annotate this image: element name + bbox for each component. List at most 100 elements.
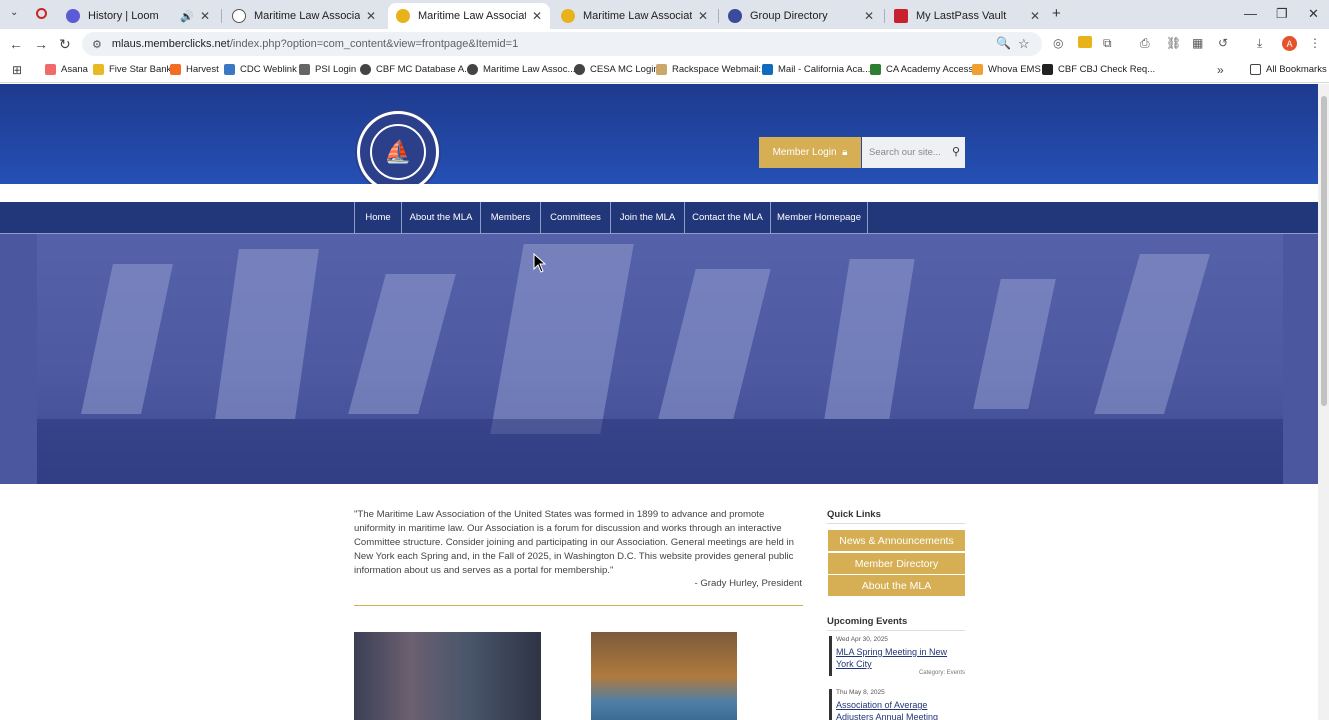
tab-loom[interactable]: History | Loom 🔊 ✕ bbox=[58, 3, 218, 29]
close-tab-icon[interactable]: ✕ bbox=[532, 9, 542, 23]
bookmark-label: CESA MC Login bbox=[590, 64, 659, 75]
offshore-rig-image[interactable] bbox=[591, 632, 737, 720]
bookmark-label: CDC Weblink bbox=[240, 64, 297, 75]
close-tab-icon[interactable]: ✕ bbox=[1030, 9, 1040, 23]
event-date: Wed Apr 30, 2025 bbox=[836, 636, 888, 643]
sail-shape bbox=[348, 274, 456, 414]
member-login-button[interactable]: Member Login 🔒︎ bbox=[759, 137, 861, 168]
bookmark-item[interactable]: CESA MC Login bbox=[574, 64, 659, 75]
event-link[interactable]: Association of Average Adjusters Annual … bbox=[836, 699, 965, 720]
nav-home[interactable]: Home bbox=[354, 202, 402, 233]
bookmark-item[interactable]: Mail - California Aca... bbox=[762, 64, 870, 75]
bookmark-item[interactable]: CBF MC Database A... bbox=[360, 64, 472, 75]
nav-label: Contact the MLA bbox=[692, 212, 763, 223]
search-icon[interactable]: ⚲ bbox=[952, 145, 960, 158]
tab-mla[interactable]: Maritime Law Association ✕ bbox=[553, 3, 716, 29]
record-icon[interactable] bbox=[36, 8, 47, 19]
grid-icon[interactable]: ▦ bbox=[1192, 36, 1203, 50]
event-link[interactable]: MLA Spring Meeting in New York City bbox=[836, 646, 965, 670]
history-icon[interactable]: ↺ bbox=[1218, 36, 1228, 50]
all-bookmarks[interactable]: All Bookmarks bbox=[1250, 64, 1327, 75]
about-mla-button[interactable]: About the MLA bbox=[828, 575, 965, 596]
sail-shape bbox=[658, 269, 771, 419]
bookmarks-bar: ⊞ Asana Five Star Bank Harvest CDC Webli… bbox=[0, 59, 1329, 83]
zoom-icon[interactable]: 🔍 bbox=[996, 36, 1011, 50]
bookmark-item[interactable]: Rackspace Webmail:... bbox=[656, 64, 769, 75]
site-search-input[interactable]: Search our site... ⚲ bbox=[862, 137, 965, 168]
event-date: Thu May 8, 2025 bbox=[836, 689, 885, 696]
close-tab-icon[interactable]: ✕ bbox=[200, 9, 210, 23]
extension-icon[interactable]: ◎ bbox=[1053, 36, 1063, 50]
sail-shape bbox=[1094, 254, 1210, 414]
container-port-image[interactable] bbox=[354, 632, 541, 720]
forward-icon[interactable]: → bbox=[34, 36, 48, 52]
extension-badge-icon[interactable] bbox=[1078, 36, 1092, 48]
apps-grid-icon[interactable]: ⊞ bbox=[12, 63, 22, 77]
cbf-icon bbox=[1042, 64, 1053, 75]
bookmark-item[interactable]: CBF CBJ Check Req... bbox=[1042, 64, 1155, 75]
nav-join[interactable]: Join the MLA bbox=[611, 202, 685, 233]
tab-lastpass[interactable]: My LastPass Vault ✕ bbox=[886, 3, 1048, 29]
close-tab-icon[interactable]: ✕ bbox=[366, 9, 376, 23]
download-icon[interactable]: ⤓ bbox=[1257, 36, 1262, 51]
nav-committees[interactable]: Committees bbox=[541, 202, 611, 233]
mla-favicon-icon bbox=[396, 9, 410, 23]
bookmark-item[interactable]: CA Academy Access bbox=[870, 64, 973, 75]
tab-mla-active[interactable]: Maritime Law Association ✕ bbox=[388, 3, 550, 29]
sail-shape bbox=[215, 249, 319, 419]
link-icon[interactable]: ⛓ bbox=[1166, 36, 1181, 50]
close-window-icon[interactable]: ✕ bbox=[1308, 6, 1319, 22]
minimize-icon[interactable]: — bbox=[1244, 6, 1257, 21]
bookmark-item[interactable]: Harvest bbox=[170, 64, 219, 75]
button-label: News & Announcements bbox=[839, 534, 954, 547]
nav-member-homepage[interactable]: Member Homepage bbox=[771, 202, 868, 233]
tab-title: My LastPass Vault bbox=[916, 10, 1007, 22]
bookmark-label: Asana bbox=[61, 64, 88, 75]
address-bar[interactable]: ⚙ mlaus.memberclicks.net/index.php?optio… bbox=[82, 32, 1042, 56]
sail-shape bbox=[490, 244, 634, 434]
content-area: "The Maritime Law Association of the Uni… bbox=[0, 484, 1318, 720]
bookmark-item[interactable]: PSI Login bbox=[299, 64, 356, 75]
tab-group-directory[interactable]: Group Directory ✕ bbox=[720, 3, 882, 29]
restore-icon[interactable]: ❐ bbox=[1276, 6, 1288, 22]
bookmark-star-icon[interactable]: ☆ bbox=[1018, 36, 1030, 52]
member-directory-button[interactable]: Member Directory bbox=[828, 553, 965, 574]
new-tab-icon[interactable]: + bbox=[1052, 5, 1061, 22]
ship-icon: ⛵ bbox=[370, 124, 426, 180]
tab-title: History | Loom bbox=[88, 10, 159, 22]
bookmark-item[interactable]: CDC Weblink bbox=[224, 64, 297, 75]
nav-members[interactable]: Members bbox=[481, 202, 541, 233]
news-announcements-button[interactable]: News & Announcements bbox=[828, 530, 965, 551]
menu-icon[interactable]: ⋮ bbox=[1309, 36, 1321, 50]
extensions-puzzle-icon[interactable]: ⧉ bbox=[1103, 36, 1112, 51]
bookmark-item[interactable]: Five Star Bank bbox=[93, 64, 171, 75]
sail-shape bbox=[824, 259, 915, 419]
back-icon[interactable]: ← bbox=[9, 36, 23, 52]
close-tab-icon[interactable]: ✕ bbox=[864, 9, 874, 23]
upcoming-events-title: Upcoming Events bbox=[827, 616, 908, 627]
nav-about[interactable]: About the MLA bbox=[402, 202, 481, 233]
tab-separator bbox=[884, 9, 885, 23]
close-tab-icon[interactable]: ✕ bbox=[698, 9, 708, 23]
mla-seal-logo[interactable]: ⛵ bbox=[357, 111, 439, 193]
nav-label: Home bbox=[365, 212, 391, 223]
profile-avatar[interactable]: A bbox=[1282, 36, 1297, 51]
quote-attribution: - Grady Hurley, President bbox=[694, 578, 802, 589]
bookmark-item[interactable]: Maritime Law Assoc... bbox=[467, 64, 575, 75]
cdc-icon bbox=[224, 64, 235, 75]
nav-contact[interactable]: Contact the MLA bbox=[685, 202, 771, 233]
bookmark-item[interactable]: Asana bbox=[45, 64, 88, 75]
print-icon[interactable]: ⎙ bbox=[1140, 36, 1150, 51]
tab-search-icon[interactable]: ⌄ bbox=[10, 7, 18, 18]
scrollbar-thumb[interactable] bbox=[1321, 96, 1327, 406]
lock-icon: 🔒︎ bbox=[842, 147, 848, 158]
url-host: mlaus.memberclicks.net bbox=[111, 38, 230, 50]
site-info-icon[interactable]: ⚙ bbox=[92, 38, 102, 51]
tab-mla-admin[interactable]: Maritime Law Association - Ad ✕ bbox=[224, 3, 384, 29]
reload-icon[interactable]: ↻ bbox=[59, 36, 71, 53]
bookmark-label: Maritime Law Assoc... bbox=[483, 64, 576, 75]
bookmark-item[interactable]: Whova EMS bbox=[972, 64, 1041, 75]
five-star-icon bbox=[93, 64, 104, 75]
more-bookmarks-icon[interactable]: » bbox=[1217, 63, 1224, 77]
speaker-icon[interactable]: 🔊 bbox=[180, 10, 194, 23]
